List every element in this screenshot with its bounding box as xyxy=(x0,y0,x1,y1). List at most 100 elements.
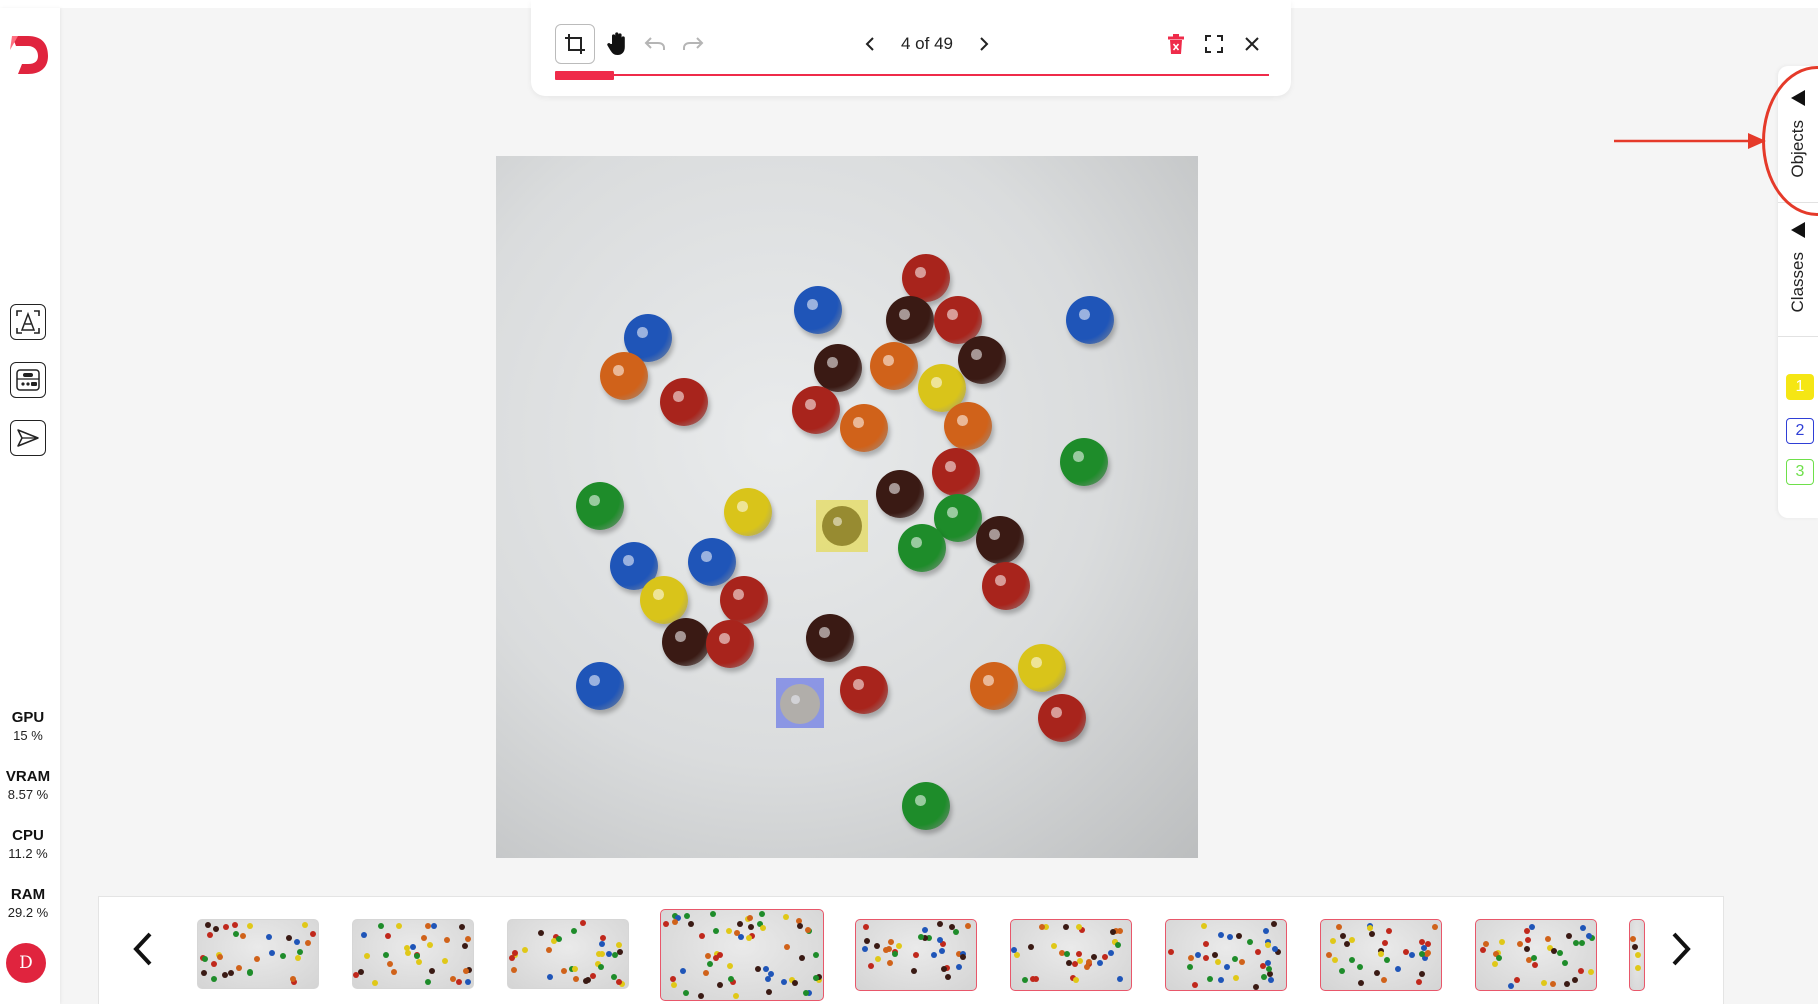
thumbnail-candy xyxy=(937,937,943,943)
fullscreen-button[interactable] xyxy=(1201,30,1227,58)
thumbnail[interactable] xyxy=(1165,919,1287,991)
thumbnail[interactable] xyxy=(197,919,319,989)
thumbnail-candy xyxy=(747,915,753,921)
thumbnail[interactable] xyxy=(1010,919,1132,991)
thumbnail[interactable] xyxy=(855,919,977,991)
export-button[interactable] xyxy=(10,420,46,456)
thumbnail-candy xyxy=(688,921,694,927)
thumbnail-candy xyxy=(599,941,605,947)
thumbnail-candy xyxy=(1378,951,1384,957)
auto-annotate-button[interactable] xyxy=(10,304,46,340)
thumbnail[interactable] xyxy=(1320,919,1442,991)
image-toolbar: 4 of 49 xyxy=(531,0,1291,96)
thumbnail-candy xyxy=(792,980,798,986)
thumbnail-candy xyxy=(1562,960,1568,966)
cpu-label: CPU xyxy=(12,827,44,844)
thumbnail[interactable] xyxy=(352,919,474,989)
thumbnail-candy xyxy=(1419,939,1425,945)
thumbnail-candy xyxy=(813,975,819,981)
thumbnail-candy xyxy=(254,956,260,962)
thumbnail[interactable] xyxy=(1475,919,1597,991)
thumbnail[interactable] xyxy=(1629,919,1645,991)
thumbnail-candy xyxy=(766,989,772,995)
thumbnail-candy xyxy=(1187,964,1193,970)
thumbnail-candy xyxy=(1532,962,1538,968)
thumbnail-candy xyxy=(387,961,393,967)
thumbnail-candy xyxy=(598,964,604,970)
undo-button[interactable] xyxy=(637,26,673,62)
thumbnail-candy xyxy=(572,966,578,972)
thumbnail-selected[interactable] xyxy=(660,909,824,1001)
candy xyxy=(720,576,768,624)
thumbnail-candy xyxy=(391,969,397,975)
pan-button[interactable] xyxy=(599,26,635,62)
tab-classes[interactable]: Classes xyxy=(1778,222,1818,312)
thumbnail-candy xyxy=(1630,936,1636,942)
class-badge-1[interactable]: 1 xyxy=(1786,374,1814,400)
thumbnail-candy xyxy=(1268,977,1274,983)
thumbnail-candy xyxy=(1239,959,1245,965)
thumbnail-candy xyxy=(813,952,819,958)
thumbnail-candy xyxy=(1011,947,1017,953)
thumbnail-candy xyxy=(1255,949,1261,955)
app-logo[interactable] xyxy=(8,30,52,78)
thumbnail-candy xyxy=(1203,955,1209,961)
chevron-left-icon xyxy=(133,932,152,966)
thumbnail-candy xyxy=(703,970,709,976)
class-badge-2[interactable]: 2 xyxy=(1786,418,1814,444)
thumbnail-candy xyxy=(937,921,943,927)
thumbnail-candy xyxy=(956,964,962,970)
class-badge-3[interactable]: 3 xyxy=(1786,459,1814,485)
thumbnail-candy xyxy=(781,979,787,985)
redo-button[interactable] xyxy=(675,26,711,62)
candy xyxy=(814,344,862,392)
thumbnail-candy xyxy=(1557,950,1563,956)
delete-button[interactable] xyxy=(1163,30,1189,58)
thumbnail-candy xyxy=(1330,938,1336,944)
filmstrip-next-button[interactable] xyxy=(1661,927,1701,971)
next-image-button[interactable] xyxy=(971,30,997,58)
thumbnail-candy xyxy=(699,933,705,939)
thumbnail-candy xyxy=(596,951,602,957)
thumbnail-candy xyxy=(728,976,734,982)
thumbnail-candy xyxy=(1550,981,1556,987)
thumbnail-candy xyxy=(803,990,809,996)
filmstrip-prev-button[interactable] xyxy=(123,927,163,971)
thumbnail-candy xyxy=(713,928,719,934)
close-button[interactable] xyxy=(1239,30,1265,58)
annotated-object xyxy=(822,506,862,546)
thumbnail-candy xyxy=(1564,981,1570,987)
thumbnail-candy xyxy=(269,950,275,956)
prev-image-button[interactable] xyxy=(857,30,883,58)
pointer-arrow-icon xyxy=(1614,133,1766,149)
auto-annotate-icon xyxy=(16,310,40,334)
crop-button[interactable] xyxy=(555,24,595,64)
thumbnail-candy xyxy=(1586,933,1592,939)
thumbnail-candy xyxy=(1168,949,1174,955)
thumbnail-candy xyxy=(1374,970,1380,976)
thumbnail-candy xyxy=(361,932,367,938)
annotation-canvas-image[interactable] xyxy=(496,156,1198,858)
thumbnail-candy xyxy=(1369,931,1375,937)
thumbnail[interactable] xyxy=(507,919,629,989)
thumbnail-candy xyxy=(353,972,359,978)
thumbnail-candy xyxy=(784,944,790,950)
candy xyxy=(840,404,888,452)
model-settings-button[interactable] xyxy=(10,362,46,398)
tab-classes-label: Classes xyxy=(1788,252,1807,313)
thumbnail-candy xyxy=(1039,924,1045,930)
thumbnail-candy xyxy=(1508,983,1514,989)
thumbnail-candy xyxy=(364,953,370,959)
thumbnail-candy xyxy=(684,913,690,919)
vram-value: 8.57 % xyxy=(7,787,49,802)
user-avatar[interactable]: D xyxy=(6,943,46,983)
thumbnail-candy xyxy=(571,928,577,934)
thumbnail-candy xyxy=(1063,924,1069,930)
ram-label: RAM xyxy=(10,886,46,903)
candy xyxy=(976,516,1024,564)
thumbnail-candy xyxy=(960,954,966,960)
thumbnail-candy xyxy=(1384,957,1390,963)
thumbnail-candy xyxy=(1545,936,1551,942)
vram-stat: VRAM 8.57 % xyxy=(0,768,56,802)
thumbnail-candy xyxy=(201,970,207,976)
